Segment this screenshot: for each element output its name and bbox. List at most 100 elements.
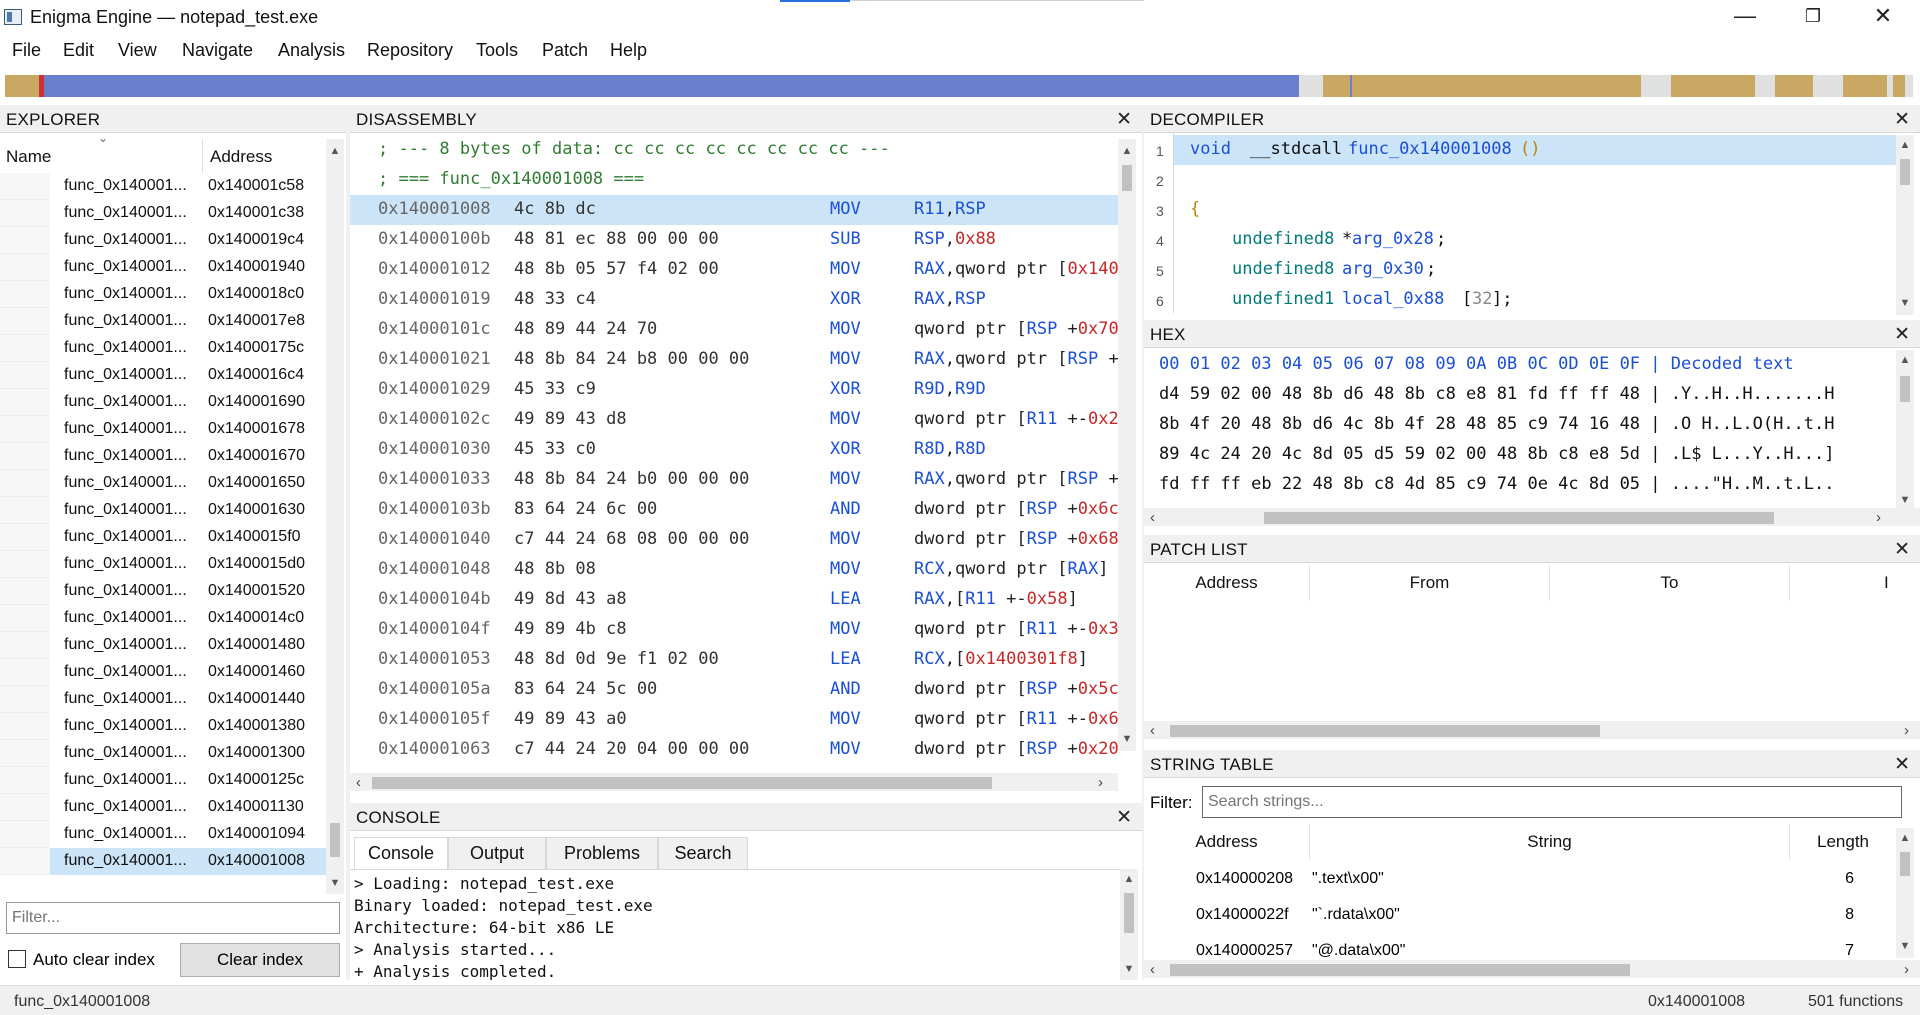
column-header-address[interactable]: Address xyxy=(210,147,272,167)
menu-view[interactable]: View xyxy=(118,40,157,61)
scroll-thumb[interactable] xyxy=(330,823,340,857)
instruction-line[interactable]: 0x14000101c 48 89 44 24 70 MOV qword ptr [R… xyxy=(350,315,1119,345)
scroll-down-icon[interactable]: ▼ xyxy=(1896,494,1914,506)
disassembly-hscrollbar[interactable]: ‹ › xyxy=(350,773,1118,791)
menu-analysis[interactable]: Analysis xyxy=(278,40,345,61)
scroll-thumb[interactable] xyxy=(1264,512,1774,524)
strings-hscrollbar[interactable]: ‹ › xyxy=(1144,960,1920,978)
explorer-row[interactable]: func_0x140001... 0x140001630 xyxy=(0,497,326,524)
close-window-button[interactable]: ✕ xyxy=(1848,0,1918,34)
menu-repository[interactable]: Repository xyxy=(367,40,453,61)
explorer-row[interactable]: func_0x140001... 0x140001670 xyxy=(0,443,326,470)
menu-patch[interactable]: Patch xyxy=(542,40,588,61)
close-icon[interactable]: ✕ xyxy=(1894,538,1910,561)
tab-search[interactable]: Search xyxy=(658,837,748,869)
scroll-up-icon[interactable]: ▲ xyxy=(1118,145,1136,157)
explorer-row[interactable]: func_0x140001... 0x140001008 xyxy=(0,848,326,875)
tab-output[interactable]: Output xyxy=(448,837,546,869)
strings-scrollbar[interactable]: ▲ ▼ xyxy=(1896,828,1914,958)
menu-edit[interactable]: Edit xyxy=(63,40,94,61)
scroll-up-icon[interactable]: ▲ xyxy=(1896,832,1914,844)
menu-file[interactable]: File xyxy=(12,40,41,61)
minimize-button[interactable]: — xyxy=(1710,0,1780,34)
instruction-line[interactable]: 0x140001053 48 8d 0d 9e f1 02 00 LEA RCX,[0… xyxy=(350,645,1118,675)
scroll-thumb[interactable] xyxy=(372,777,992,789)
hex-scrollbar[interactable]: ▲ ▼ xyxy=(1896,350,1914,512)
scroll-thumb[interactable] xyxy=(1900,852,1910,876)
close-icon[interactable]: ✕ xyxy=(1894,753,1910,776)
explorer-row[interactable]: func_0x140001... 0x140001520 xyxy=(0,578,326,605)
instruction-line[interactable]: 0x14000104f 49 89 4b c8 MOV qword ptr [R11 … xyxy=(350,615,1119,645)
patch-hscrollbar[interactable]: ‹ › xyxy=(1144,721,1920,739)
tab-console[interactable]: Console xyxy=(354,837,448,869)
hex-row[interactable]: d4 59 02 00 48 8b d6 48 8b c8 e8 81 fd f… xyxy=(1159,384,1835,404)
scroll-down-icon[interactable]: ▼ xyxy=(1120,963,1138,975)
explorer-row[interactable]: func_0x140001... 0x1400019c4 xyxy=(0,227,326,254)
scroll-down-icon[interactable]: ▼ xyxy=(1896,297,1914,309)
maximize-button[interactable]: ❐ xyxy=(1778,0,1848,34)
scroll-left-icon[interactable]: ‹ xyxy=(1150,961,1155,978)
code-line[interactable]: undefined8 * arg_0x28 ; xyxy=(1144,225,1896,255)
close-icon[interactable]: ✕ xyxy=(1894,323,1910,346)
explorer-row[interactable]: func_0x140001... 0x140001690 xyxy=(0,389,326,416)
scroll-thumb[interactable] xyxy=(1900,376,1910,402)
explorer-row[interactable]: func_0x140001... 0x1400016c4 xyxy=(0,362,326,389)
close-icon[interactable]: ✕ xyxy=(1116,108,1132,131)
close-icon[interactable]: ✕ xyxy=(1116,806,1132,829)
scroll-right-icon[interactable]: › xyxy=(1098,774,1103,791)
instruction-line[interactable]: 0x140001021 48 8b 84 24 b8 00 00 00 MOV RAX… xyxy=(350,345,1119,375)
decompiler-code[interactable]: void __stdcall func_0x140001008 () { und… xyxy=(1144,133,1896,315)
binary-overview-bar[interactable] xyxy=(5,75,1913,97)
scroll-thumb[interactable] xyxy=(1170,964,1630,976)
code-line[interactable]: undefined1 local_0x88 [ 32 ]; xyxy=(1144,285,1896,315)
hex-view[interactable]: 00 01 02 03 04 05 06 07 08 09 0A 0B 0C 0… xyxy=(1144,348,1896,508)
explorer-row[interactable]: func_0x140001... 0x14000175c xyxy=(0,335,326,362)
instruction-line[interactable]: 0x140001019 48 33 c4 XOR RAX,RSP xyxy=(350,285,1118,315)
scroll-up-icon[interactable]: ▲ xyxy=(1896,139,1914,151)
hex-row[interactable]: 8b 4f 20 48 8b d6 4c 8b 4f 28 48 85 c9 7… xyxy=(1159,414,1835,434)
explorer-row[interactable]: func_0x140001... 0x140001094 xyxy=(0,821,326,848)
disassembly-scrollbar[interactable]: ▲ ▼ xyxy=(1118,139,1136,751)
decompiler-scrollbar[interactable]: ▲ ▼ xyxy=(1896,135,1914,315)
explorer-row[interactable]: func_0x140001... 0x140001460 xyxy=(0,659,326,686)
column-header-truncated[interactable]: I xyxy=(1884,565,1920,601)
column-header-address[interactable]: Address xyxy=(1144,565,1310,601)
scroll-thumb[interactable] xyxy=(1124,893,1134,933)
instruction-line[interactable]: 0x140001012 48 8b 05 57 f4 02 00 MOV RAX,qw… xyxy=(350,255,1119,285)
instruction-line[interactable]: 0x140001048 48 8b 08 MOV RCX,qword ptr [RAX… xyxy=(350,555,1118,585)
menu-navigate[interactable]: Navigate xyxy=(182,40,253,61)
instruction-line[interactable]: 0x14000102c 49 89 43 d8 MOV qword ptr [R11 … xyxy=(350,405,1119,435)
column-header-length[interactable]: Length xyxy=(1790,824,1896,860)
column-header-address[interactable]: Address xyxy=(1144,824,1310,860)
clear-index-button[interactable]: Clear index xyxy=(180,943,340,977)
hex-row[interactable]: fd ff ff eb 22 48 8b c8 4d 85 c9 74 0e 4… xyxy=(1159,474,1835,494)
hex-row[interactable]: 89 4c 24 20 4c 8d 05 d5 59 02 00 48 8b c… xyxy=(1159,444,1835,464)
string-row[interactable]: 0x140000208".text\x00"6A xyxy=(1144,862,1907,898)
column-header-to[interactable]: To xyxy=(1550,565,1790,601)
instruction-line[interactable]: 0x14000104b 49 8d 43 a8 LEA RAX,[R11 +-0x58… xyxy=(350,585,1118,615)
close-icon[interactable]: ✕ xyxy=(1894,108,1910,131)
explorer-row[interactable]: func_0x140001... 0x14000125c xyxy=(0,767,326,794)
code-line[interactable]: { xyxy=(1144,195,1896,225)
column-header-string[interactable]: String xyxy=(1310,824,1790,860)
scroll-down-icon[interactable]: ▼ xyxy=(1896,940,1914,952)
scroll-right-icon[interactable]: › xyxy=(1904,722,1909,739)
auto-clear-checkbox[interactable] xyxy=(8,950,26,968)
explorer-row[interactable]: func_0x140001... 0x140001380 xyxy=(0,713,326,740)
explorer-row[interactable]: func_0x140001... 0x1400014c0 xyxy=(0,605,326,632)
code-line[interactable]: void __stdcall func_0x140001008 () xyxy=(1144,135,1896,165)
explorer-row[interactable]: func_0x140001... 0x140001130 xyxy=(0,794,326,821)
explorer-row[interactable]: func_0x140001... 0x1400017e8 xyxy=(0,308,326,335)
disasm-comment-line[interactable]: ; --- 8 bytes of data: cc cc cc cc cc cc… xyxy=(350,135,1118,165)
scroll-left-icon[interactable]: ‹ xyxy=(1150,509,1155,526)
string-row[interactable]: 0x14000022f"`.rdata\x00"8A xyxy=(1144,898,1907,934)
scroll-up-icon[interactable]: ▲ xyxy=(326,145,344,157)
scroll-left-icon[interactable]: ‹ xyxy=(356,774,361,791)
explorer-row[interactable]: func_0x140001... 0x140001c38 xyxy=(0,200,326,227)
column-header-from[interactable]: From xyxy=(1310,565,1550,601)
explorer-row[interactable]: func_0x140001... 0x1400018c0 xyxy=(0,281,326,308)
explorer-row[interactable]: func_0x140001... 0x140001440 xyxy=(0,686,326,713)
scroll-down-icon[interactable]: ▼ xyxy=(1118,733,1136,745)
explorer-row[interactable]: func_0x140001... 0x140001c58 xyxy=(0,173,326,200)
explorer-row[interactable]: func_0x140001... 0x140001300 xyxy=(0,740,326,767)
